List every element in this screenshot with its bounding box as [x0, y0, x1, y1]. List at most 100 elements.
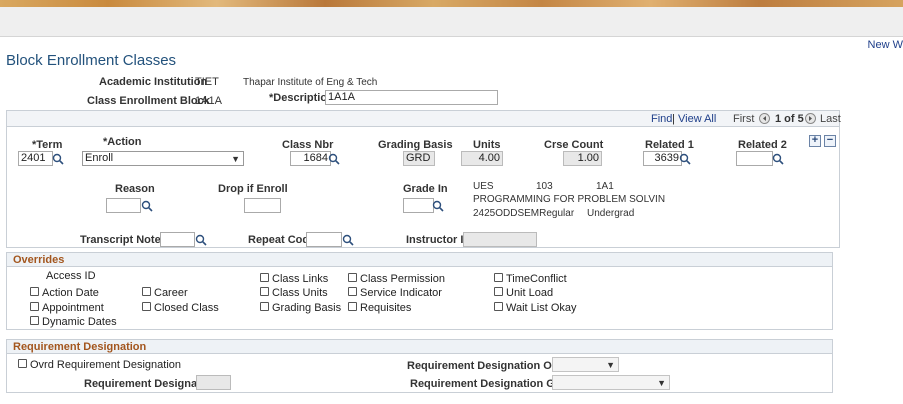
- unit-load-checkbox[interactable]: [494, 287, 503, 296]
- search-icon[interactable]: [342, 234, 354, 246]
- class-enrollment-block-value: 1A1A: [195, 95, 222, 107]
- service-indicator-checkbox[interactable]: [348, 287, 357, 296]
- dynamic-dates-checkbox[interactable]: [30, 316, 39, 325]
- academic-institution-name: Thapar Institute of Eng & Tech: [243, 77, 378, 88]
- ovrd-requirement-checkbox[interactable]: [18, 359, 27, 368]
- search-icon[interactable]: [772, 153, 784, 165]
- dynamic-dates-label: Dynamic Dates: [42, 316, 117, 328]
- search-icon[interactable]: [328, 153, 340, 165]
- closed-class-checkbox[interactable]: [142, 302, 151, 311]
- class-nbr-label: Class Nbr: [282, 139, 334, 151]
- grading-basis-checkbox[interactable]: [260, 302, 269, 311]
- requirement-option-select[interactable]: ▼: [552, 357, 619, 372]
- requirement-grade-select[interactable]: ▼: [552, 375, 670, 390]
- grade-in-label: Grade In: [403, 183, 448, 195]
- term-input[interactable]: 2401: [18, 151, 53, 166]
- requisites-label: Requisites: [360, 302, 412, 314]
- class-permission-checkbox[interactable]: [348, 273, 357, 282]
- career-checkbox[interactable]: [142, 287, 151, 296]
- requirement-header: Requirement Designation: [6, 339, 833, 354]
- class-nbr-input[interactable]: 1684: [290, 151, 331, 166]
- units-label: Units: [473, 139, 501, 151]
- class-links-label: Class Links: [272, 273, 329, 285]
- class-career: Undergrad: [587, 208, 635, 219]
- chevron-down-icon: ▼: [606, 360, 615, 370]
- description-input[interactable]: 1A1A: [325, 90, 498, 105]
- delete-row-icon[interactable]: −: [824, 135, 836, 147]
- nav-separator: |: [672, 113, 675, 125]
- related1-input[interactable]: 3639: [643, 151, 682, 166]
- class-enrollment-block-label: Class Enrollment Block: [87, 95, 210, 107]
- chevron-down-icon: ▼: [231, 154, 240, 164]
- repeat-code-input[interactable]: [306, 232, 342, 247]
- wait-list-okay-checkbox[interactable]: [494, 302, 503, 311]
- search-icon[interactable]: [679, 153, 691, 165]
- class-subject: UES: [473, 181, 494, 192]
- action-date-checkbox[interactable]: [30, 287, 39, 296]
- drop-if-enroll-label: Drop if Enroll: [218, 183, 288, 195]
- time-conflict-checkbox[interactable]: [494, 273, 503, 282]
- closed-class-label: Closed Class: [154, 302, 219, 314]
- service-indicator-label: Service Indicator: [360, 287, 442, 299]
- time-conflict-label: TimeConflict: [506, 273, 567, 285]
- academic-institution-label: Academic Institution: [99, 76, 208, 88]
- related1-label: Related 1: [645, 139, 694, 151]
- add-row-icon[interactable]: +: [809, 135, 821, 147]
- search-icon[interactable]: [195, 234, 207, 246]
- first-label: First: [733, 113, 755, 125]
- related2-label: Related 2: [738, 139, 787, 151]
- last-label: Last: [820, 113, 841, 125]
- access-id-label: Access ID: [46, 270, 96, 282]
- prev-arrow-icon[interactable]: [759, 113, 770, 124]
- career-label: Career: [154, 287, 188, 299]
- crse-count-field: 1.00: [563, 151, 602, 166]
- unit-load-label: Unit Load: [506, 287, 554, 299]
- class-title: PROGRAMMING FOR PROBLEM SOLVIN: [473, 194, 666, 205]
- reason-label: Reason: [115, 183, 155, 195]
- class-section: 1A1: [596, 181, 614, 192]
- class-links-checkbox[interactable]: [260, 273, 269, 282]
- class-units-label: Class Units: [272, 287, 328, 299]
- term-label: *Term: [32, 139, 63, 151]
- grading-basis-label: Grading Basis: [378, 139, 453, 151]
- drop-if-enroll-input[interactable]: [244, 198, 281, 213]
- action-select[interactable]: Enroll ▼: [82, 151, 244, 166]
- ovrd-requirement-label: Ovrd Requirement Designation: [30, 359, 182, 371]
- action-select-value: Enroll: [85, 152, 114, 164]
- appointment-checkbox[interactable]: [30, 302, 39, 311]
- class-units-checkbox[interactable]: [260, 287, 269, 296]
- view-all-link[interactable]: View All: [678, 113, 716, 125]
- academic-institution-code: TIET: [195, 76, 219, 88]
- new-window-link[interactable]: New W: [868, 39, 903, 51]
- reason-input[interactable]: [106, 198, 141, 213]
- search-icon[interactable]: [432, 200, 444, 212]
- instructor-id-field: [463, 232, 537, 247]
- row-range: 1 of 5: [775, 113, 804, 125]
- search-icon[interactable]: [141, 200, 153, 212]
- action-label: *Action: [103, 136, 142, 148]
- related2-input[interactable]: [736, 151, 773, 166]
- class-catalog: 103: [536, 181, 553, 192]
- units-field: 4.00: [461, 151, 503, 166]
- class-session: 2425ODDSEMRegular: [473, 208, 575, 219]
- wait-list-okay-label: Wait List Okay: [506, 302, 577, 314]
- action-date-label: Action Date: [42, 287, 99, 299]
- next-arrow-icon[interactable]: [805, 113, 816, 124]
- overrides-header: Overrides: [6, 252, 833, 267]
- appointment-label: Appointment: [42, 302, 104, 314]
- grading-basis-override-label: Grading Basis: [272, 302, 342, 314]
- requisites-checkbox[interactable]: [348, 302, 357, 311]
- search-icon[interactable]: [52, 153, 64, 165]
- class-permission-label: Class Permission: [360, 273, 445, 285]
- header-image-strip: [0, 0, 903, 7]
- crse-count-label: Crse Count: [544, 139, 604, 151]
- chevron-down-icon: ▼: [657, 378, 666, 388]
- grading-basis-field: GRD: [403, 151, 435, 166]
- header-banner: [0, 7, 903, 37]
- find-link[interactable]: Find: [651, 113, 672, 125]
- instructor-id-label: Instructor ID: [406, 234, 472, 246]
- transcript-note-input[interactable]: [160, 232, 195, 247]
- grade-in-input[interactable]: [403, 198, 434, 213]
- page-title: Block Enrollment Classes: [6, 52, 177, 69]
- enrollment-grid: [6, 110, 840, 248]
